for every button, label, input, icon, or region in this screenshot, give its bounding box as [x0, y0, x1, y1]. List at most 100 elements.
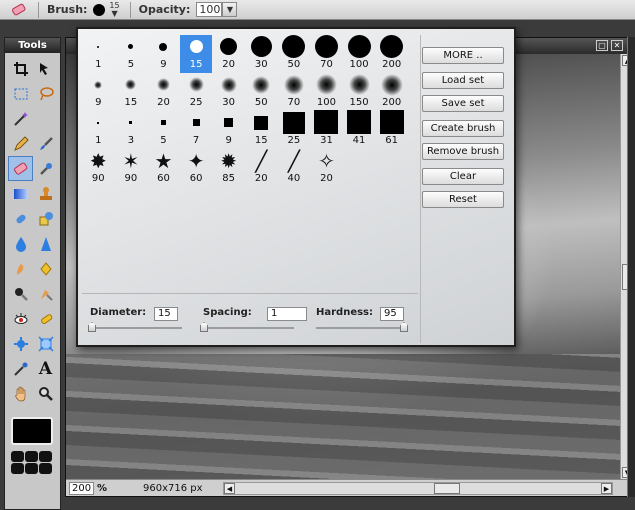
- horizontal-scrollbar[interactable]: ◀ ▶: [223, 482, 613, 495]
- hardness-slider-handle[interactable]: [400, 322, 408, 332]
- brush-preset[interactable]: 15: [179, 35, 213, 73]
- brush-preset[interactable]: 15: [245, 111, 278, 149]
- spherize-icon[interactable]: [33, 331, 58, 356]
- maximize-button[interactable]: ▢: [596, 40, 608, 51]
- stamp-icon[interactable]: [33, 181, 58, 206]
- brush-size-dropdown[interactable]: 15 ▼: [109, 1, 119, 18]
- move-icon[interactable]: [33, 56, 58, 81]
- brush-preset[interactable]: 5: [115, 35, 148, 73]
- pinch-icon[interactable]: [8, 331, 33, 356]
- eraser-tool-icon[interactable]: [8, 156, 33, 181]
- brush-preset[interactable]: 25: [180, 73, 213, 111]
- brush-preset[interactable]: 100: [310, 73, 343, 111]
- bloat-icon[interactable]: [33, 306, 58, 331]
- hardness-slider[interactable]: [316, 327, 408, 329]
- brush-preset[interactable]: 9: [212, 111, 245, 149]
- brush-preset[interactable]: 30: [212, 73, 245, 111]
- brush-preset[interactable]: 61: [375, 110, 408, 149]
- hand-icon[interactable]: [8, 381, 33, 406]
- brush-preview[interactable]: [93, 3, 106, 16]
- diameter-slider[interactable]: [90, 327, 182, 329]
- brush-preset[interactable]: ✶ 90: [115, 149, 148, 187]
- save-set-button[interactable]: Save set: [422, 95, 504, 112]
- burn-icon[interactable]: [8, 281, 33, 306]
- clear-button[interactable]: Clear: [422, 168, 504, 185]
- brush-preset[interactable]: 200: [375, 73, 408, 111]
- text-icon[interactable]: A: [33, 356, 58, 381]
- brush-preset[interactable]: 9: [82, 73, 115, 111]
- brush-tip-icon: ★: [154, 148, 173, 173]
- color-picker-icon[interactable]: [8, 356, 33, 381]
- opacity-input[interactable]: 100: [196, 2, 223, 17]
- brush-preset[interactable]: 50: [245, 73, 278, 111]
- spacing-input[interactable]: 1: [267, 307, 307, 321]
- color-swatch[interactable]: [11, 417, 53, 445]
- reset-button[interactable]: Reset: [422, 191, 504, 208]
- brush-preset[interactable]: 150: [343, 73, 376, 111]
- brush-preset[interactable]: ✧ 20: [310, 149, 343, 187]
- brush-preset[interactable]: 50: [278, 35, 311, 73]
- brush-preset[interactable]: 15: [115, 73, 148, 111]
- redeye-icon[interactable]: [8, 306, 33, 331]
- diameter-slider-handle[interactable]: [88, 322, 96, 332]
- brush-preset[interactable]: 1: [82, 111, 115, 149]
- brush-preset[interactable]: 200: [375, 35, 408, 73]
- brush-preset[interactable]: ╱ 20: [245, 149, 278, 187]
- brush-preset[interactable]: 7: [180, 111, 213, 149]
- dodge-icon[interactable]: [33, 281, 58, 306]
- spacing-slider[interactable]: [202, 327, 294, 329]
- zoom-icon[interactable]: [33, 381, 58, 406]
- horizontal-scroll-thumb[interactable]: [434, 483, 460, 494]
- spacing-slider-handle[interactable]: [200, 322, 208, 332]
- heal-icon[interactable]: [8, 206, 33, 231]
- load-set-button[interactable]: Load set: [422, 72, 504, 89]
- brush-preset[interactable]: 30: [245, 35, 278, 73]
- brush-preset[interactable]: 100: [343, 35, 376, 73]
- remove-brush-button[interactable]: Remove brush: [422, 143, 504, 160]
- brush-preset[interactable]: 31: [310, 110, 343, 149]
- diameter-input[interactable]: 15: [154, 307, 178, 321]
- brush-preset[interactable]: 1: [82, 35, 115, 73]
- opacity-dropdown-button[interactable]: ▼: [222, 2, 238, 17]
- gradient-icon[interactable]: [8, 181, 33, 206]
- brush-preset[interactable]: ✹ 85: [212, 149, 245, 187]
- brush-preset[interactable]: 9: [147, 35, 180, 73]
- create-brush-button[interactable]: Create brush: [422, 120, 504, 137]
- brush-preset[interactable]: 20: [147, 73, 180, 111]
- brush-preset[interactable]: 25: [278, 111, 311, 149]
- zoom-input[interactable]: 200: [69, 481, 94, 495]
- brush-preset[interactable]: ╱ 40: [278, 149, 311, 187]
- brush-tip-icon: [156, 73, 170, 96]
- lasso-icon[interactable]: [33, 81, 58, 106]
- brush-size-label: 50: [254, 97, 268, 108]
- drop-icon[interactable]: [8, 231, 33, 256]
- close-button[interactable]: ✕: [611, 40, 623, 51]
- brush-preset[interactable]: 70: [278, 73, 311, 111]
- brush-preset[interactable]: 20: [212, 35, 245, 73]
- sharpen-icon[interactable]: [33, 231, 58, 256]
- pencil-icon[interactable]: [8, 131, 33, 156]
- brush-preset[interactable]: ✸ 90: [82, 149, 115, 187]
- brush-tip-icon: [283, 73, 304, 96]
- marquee-icon[interactable]: [8, 81, 33, 106]
- scroll-left-arrow-icon[interactable]: ◀: [224, 483, 235, 494]
- hardness-input[interactable]: 95: [380, 307, 404, 321]
- brush-size-label: 30: [254, 59, 268, 70]
- crop-icon[interactable]: [8, 56, 33, 81]
- brush-tip-icon: ✶: [122, 148, 140, 173]
- brush-preset[interactable]: 41: [343, 110, 376, 149]
- smudge-icon[interactable]: [8, 256, 33, 281]
- brush-preset[interactable]: 5: [147, 111, 180, 149]
- scroll-right-arrow-icon[interactable]: ▶: [601, 483, 612, 494]
- brush-preset[interactable]: 3: [115, 111, 148, 149]
- shape-icon[interactable]: [33, 206, 58, 231]
- brush-preset[interactable]: ✦ 60: [180, 149, 213, 187]
- brush-icon[interactable]: [33, 131, 58, 156]
- more-brushes-button[interactable]: MORE ..: [422, 47, 504, 64]
- wand-icon[interactable]: [8, 106, 33, 131]
- replace-color-icon[interactable]: [33, 156, 58, 181]
- brush-preset[interactable]: 70: [310, 35, 343, 73]
- swatch-grid[interactable]: [11, 451, 60, 474]
- brush-preset[interactable]: ★ 60: [147, 149, 180, 187]
- sponge-icon[interactable]: [33, 256, 58, 281]
